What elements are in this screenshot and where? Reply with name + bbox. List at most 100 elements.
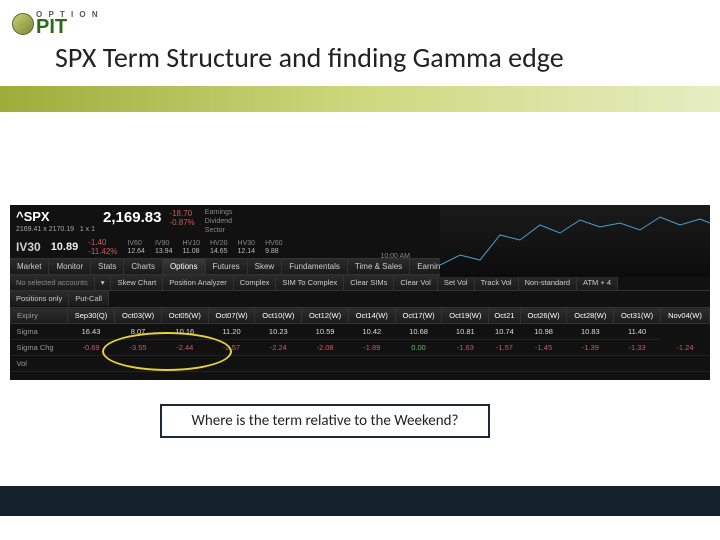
- table-cell: 10.98: [520, 324, 567, 340]
- tab-futures[interactable]: Futures: [206, 259, 248, 274]
- table-cell: -1.24: [660, 340, 709, 356]
- no-selected-accounts[interactable]: No selected accounts: [10, 275, 95, 290]
- table-cell: -1.89: [348, 340, 395, 356]
- subtab-skew-chart[interactable]: Skew Chart: [111, 275, 163, 290]
- col-oct03-w-: Oct03(W): [115, 308, 162, 324]
- tab-time-sales[interactable]: Time & Sales: [348, 259, 410, 274]
- table-cell: 10.42: [348, 324, 395, 340]
- col-expiry: Expiry: [11, 308, 68, 324]
- col-oct05-w-: Oct05(W): [161, 308, 208, 324]
- bottom-bar: [0, 486, 720, 516]
- table-cell: [660, 356, 709, 372]
- tertiary-tabs[interactable]: Positions onlyPut-Call: [10, 290, 710, 306]
- row-label: Sigma Chg: [11, 340, 68, 356]
- mini-chart: [440, 205, 710, 277]
- col-oct21: Oct21: [489, 308, 521, 324]
- col-oct07-w-: Oct07(W): [208, 308, 255, 324]
- price-change-pct: -0.87%: [169, 218, 194, 227]
- table-cell: -1.45: [520, 340, 567, 356]
- table-cell: [161, 356, 208, 372]
- tab-skew[interactable]: Skew: [248, 259, 283, 274]
- table-cell: [489, 356, 521, 372]
- tab-options[interactable]: Options: [163, 259, 206, 274]
- table-cell: [348, 356, 395, 372]
- table-cell: 16.43: [67, 324, 114, 340]
- tab-stats[interactable]: Stats: [91, 259, 124, 274]
- table-cell: 10.23: [255, 324, 302, 340]
- table-cell: [567, 356, 614, 372]
- last-price: 2,169.83: [103, 209, 161, 226]
- accent-band: [0, 86, 720, 112]
- logo-pit-text: PIT: [36, 19, 100, 36]
- table-cell: [255, 356, 302, 372]
- table-cell: -3.55: [115, 340, 162, 356]
- table-cell: -1.39: [567, 340, 614, 356]
- row-label: Sigma: [11, 324, 68, 340]
- table-cell: 11.40: [614, 324, 661, 340]
- table-cell: 10.68: [395, 324, 442, 340]
- subtab-atm-4[interactable]: ATM + 4: [577, 275, 618, 290]
- caption-box: Where is the term relative to the Weeken…: [160, 404, 490, 438]
- subtab-track-vol[interactable]: Track Vol: [475, 275, 519, 290]
- iv30-value: 10.89: [51, 241, 79, 253]
- opt-positions-only[interactable]: Positions only: [10, 291, 69, 306]
- table-cell: -1.63: [442, 340, 489, 356]
- bid-ask: 2169.41 x 2170.19: [16, 226, 74, 233]
- table-cell: -2.44: [161, 340, 208, 356]
- table-cell: 10.74: [489, 324, 521, 340]
- table-cell: 10.83: [567, 324, 614, 340]
- col-nov04-w-: Nov04(W): [660, 308, 709, 324]
- table-cell: [115, 356, 162, 372]
- tab-monitor[interactable]: Monitor: [49, 259, 91, 274]
- table-cell: [442, 356, 489, 372]
- term-structure-table: ExpirySep30(Q)Oct03(W)Oct05(W)Oct07(W)Oc…: [10, 307, 710, 372]
- price-change-abs: -18.70: [169, 209, 194, 218]
- table-cell: -1.57: [489, 340, 521, 356]
- col-oct17-w-: Oct17(W): [395, 308, 442, 324]
- table-cell: -0.69: [67, 340, 114, 356]
- col-oct14-w-: Oct14(W): [348, 308, 395, 324]
- trading-panel: ^SPX 2169.41 x 2170.19 1 x 1 2,169.83 -1…: [10, 205, 710, 380]
- subtab-non-standard[interactable]: Non-standard: [519, 275, 577, 290]
- table-cell: 11.20: [208, 324, 255, 340]
- subtab-complex[interactable]: Complex: [234, 275, 277, 290]
- table-cell: [614, 356, 661, 372]
- col-oct19-w-: Oct19(W): [442, 308, 489, 324]
- table-cell: [67, 356, 114, 372]
- subtab-clear-vol[interactable]: Clear Vol: [394, 275, 437, 290]
- table-cell: 10.59: [302, 324, 349, 340]
- subtab-sim-to-complex[interactable]: SIM To Complex: [276, 275, 344, 290]
- table-cell: 10.81: [442, 324, 489, 340]
- logo: O P T I O N PIT: [12, 12, 100, 36]
- iv30-chg-abs: -1.40: [88, 238, 117, 247]
- row-label: Vol: [11, 356, 68, 372]
- table-cell: [208, 356, 255, 372]
- multiplier: 1 x 1: [80, 226, 95, 233]
- subtab-set-vol[interactable]: Set Vol: [438, 275, 475, 290]
- slide-title: SPX Term Structure and finding Gamma edg…: [55, 40, 564, 75]
- subtab-position-analyzer[interactable]: Position Analyzer: [163, 275, 234, 290]
- table-cell: [395, 356, 442, 372]
- subtab-clear-sims[interactable]: Clear SIMs: [344, 275, 394, 290]
- quote-timestamp: 10:00 AM: [380, 253, 410, 260]
- tab-charts[interactable]: Charts: [124, 259, 163, 274]
- col-oct10-w-: Oct10(W): [255, 308, 302, 324]
- col-oct28-w-: Oct28(W): [567, 308, 614, 324]
- account-dropdown-icon[interactable]: ▾: [95, 275, 112, 290]
- table-cell: 0.00: [395, 340, 442, 356]
- table-cell: -2.24: [255, 340, 302, 356]
- col-sep30-q-: Sep30(Q): [67, 308, 114, 324]
- iv30-label: IV30: [16, 240, 41, 254]
- tab-market[interactable]: Market: [10, 259, 49, 274]
- iv-columns: IV6012.64IV9013.94HV1011.08HV2014.65HV30…: [127, 240, 282, 255]
- tab-fundamentals[interactable]: Fundamentals: [282, 259, 348, 274]
- ticker-symbol: ^SPX: [16, 209, 95, 224]
- quote-facts: Earnings Dividend Sector: [205, 209, 243, 234]
- table-cell: -1.33: [614, 340, 661, 356]
- col-oct26-w-: Oct26(W): [520, 308, 567, 324]
- logo-globe-icon: [12, 13, 34, 35]
- opt-put-call[interactable]: Put-Call: [69, 291, 109, 306]
- table-cell: 8.07: [115, 324, 162, 340]
- table-cell: 10.16: [161, 324, 208, 340]
- iv30-chg-pct: -11.42%: [88, 247, 117, 256]
